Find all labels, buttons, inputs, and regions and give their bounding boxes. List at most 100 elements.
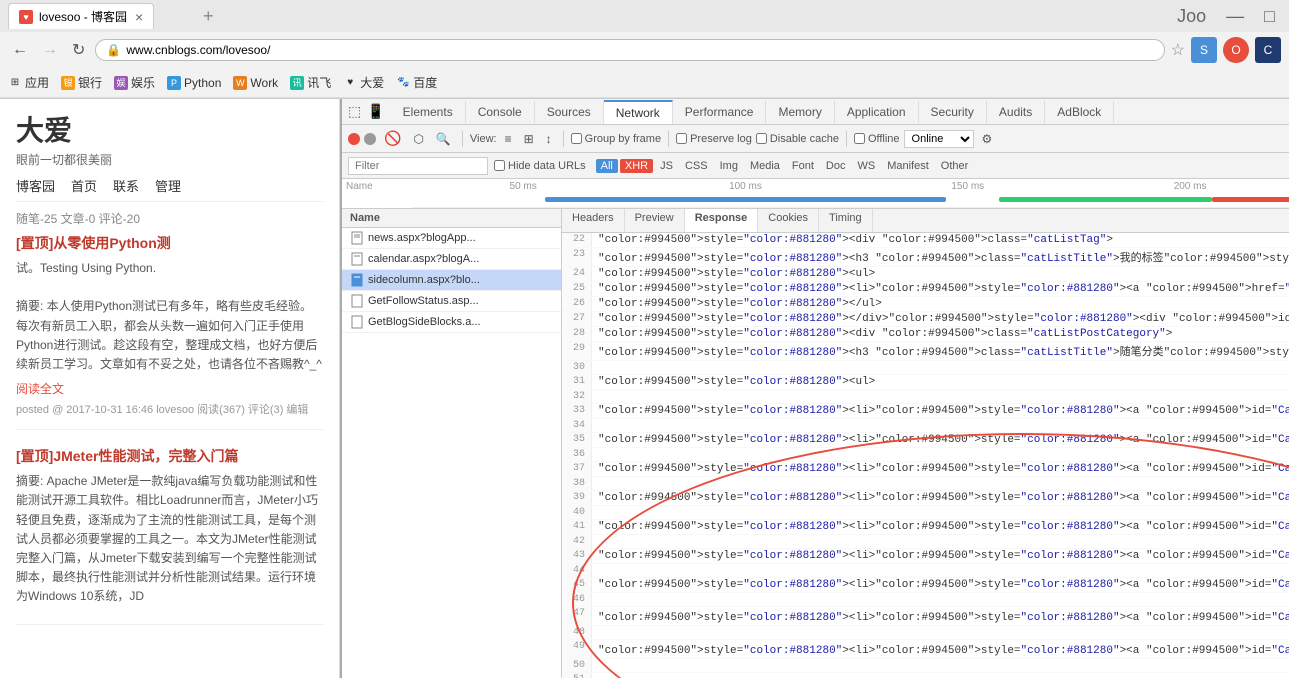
code-lines-container: 22"color:#994500">style="color:#881280">…: [562, 233, 1289, 678]
file-item-2[interactable]: calendar.aspx?blogA...: [342, 249, 561, 270]
ext-button-1[interactable]: S: [1191, 37, 1217, 63]
refresh-button[interactable]: ↻: [68, 38, 89, 62]
stop-button[interactable]: [364, 133, 376, 145]
line-number: 27: [562, 312, 592, 326]
maximize-button[interactable]: □: [1258, 6, 1281, 27]
tab-elements[interactable]: Elements: [391, 101, 466, 123]
file-item-4[interactable]: GetFollowStatus.asp...: [342, 291, 561, 312]
line-content: "color:#994500">style="color:#881280"><d…: [592, 233, 1119, 247]
post-excerpt-2: 摘要: Apache JMeter是一款纯java编写负载功能测试和性能测试开源…: [16, 472, 323, 606]
minimize-button[interactable]: —: [1220, 6, 1250, 27]
detail-tab-preview[interactable]: Preview: [625, 209, 685, 232]
view-list-button[interactable]: ≡: [501, 130, 516, 148]
file-list: Name news.aspx?blogApp... calendar.aspx?…: [342, 209, 562, 678]
line-number: 37: [562, 462, 592, 476]
bookmark-python[interactable]: P Python: [167, 76, 221, 90]
disable-cache-checkbox[interactable]: Disable cache: [756, 133, 839, 145]
bookmark-work[interactable]: W Work: [233, 76, 278, 90]
url-input[interactable]: [126, 43, 1153, 57]
filter-img[interactable]: Img: [715, 159, 743, 173]
hide-data-urls-input[interactable]: [494, 160, 505, 171]
tab-network[interactable]: Network: [604, 100, 673, 124]
back-button[interactable]: ←: [8, 39, 32, 61]
detail-tab-headers[interactable]: Headers: [562, 209, 625, 232]
devtools-inspect-icon[interactable]: ⬚: [348, 103, 361, 120]
forward-button[interactable]: →: [38, 39, 62, 61]
tab-performance[interactable]: Performance: [673, 101, 767, 123]
line-content: "color:#994500">style="color:#881280"><l…: [592, 607, 1289, 625]
search-button[interactable]: 🔍: [432, 130, 455, 148]
throttle-select[interactable]: Online Slow 3G Fast 3G: [904, 130, 974, 148]
bookmark-button[interactable]: ☆: [1171, 40, 1185, 60]
read-more-1[interactable]: 阅读全文: [16, 382, 64, 396]
file-item-3[interactable]: sidecolumn.aspx?blo...: [342, 270, 561, 291]
offline-input[interactable]: [854, 133, 865, 144]
filter-doc[interactable]: Doc: [821, 159, 851, 173]
filter-toggle[interactable]: ⬡: [409, 130, 427, 148]
file-item-5[interactable]: GetBlogSideBlocks.a...: [342, 312, 561, 333]
detail-tab-timing[interactable]: Timing: [819, 209, 873, 232]
bookmark-xunfei[interactable]: 讯 讯飞: [290, 74, 331, 91]
preserve-log-checkbox[interactable]: Preserve log: [676, 133, 752, 145]
line-number: 48: [562, 626, 592, 639]
filter-input[interactable]: [348, 157, 488, 175]
filter-other[interactable]: Other: [936, 159, 974, 173]
browser-tab[interactable]: ♥ lovesoo - 博客园 ×: [8, 3, 154, 29]
tab-console[interactable]: Console: [466, 101, 535, 123]
bookmark-bank[interactable]: 银 银行: [61, 74, 102, 91]
nav-admin[interactable]: 管理: [155, 176, 181, 195]
ext-button-2[interactable]: O: [1223, 37, 1249, 63]
devtools-device-icon[interactable]: 📱: [367, 103, 384, 120]
address-bar[interactable]: 🔒: [95, 39, 1164, 61]
tab-audits[interactable]: Audits: [987, 101, 1045, 123]
filter-media[interactable]: Media: [745, 159, 785, 173]
tab-adblock[interactable]: AdBlock: [1045, 101, 1114, 123]
tab-security[interactable]: Security: [919, 101, 987, 123]
filter-xhr[interactable]: XHR: [620, 159, 653, 173]
tab-memory[interactable]: Memory: [766, 101, 834, 123]
tab-favicon: ♥: [19, 10, 33, 24]
tab-close-button[interactable]: ×: [135, 9, 143, 25]
tl-seg-2: [999, 197, 1212, 202]
detail-tab-cookies[interactable]: Cookies: [758, 209, 819, 232]
group-by-frame-checkbox[interactable]: Group by frame: [571, 133, 661, 145]
bookmark-baidu[interactable]: 🐾 百度: [396, 74, 437, 91]
nav-index[interactable]: 首页: [71, 176, 97, 195]
view-grid-button[interactable]: ⊞: [520, 130, 538, 148]
clear-button[interactable]: 🚫: [380, 128, 405, 149]
filter-css[interactable]: CSS: [680, 159, 713, 173]
bookmark-apps[interactable]: ⊞ 应用: [8, 74, 49, 91]
disable-cache-input[interactable]: [756, 133, 767, 144]
filter-font[interactable]: Font: [787, 159, 819, 173]
line-content: "color:#994500">style="color:#881280"><h…: [592, 248, 1289, 266]
line-content: "color:#994500">style="color:#881280"><d…: [592, 327, 1178, 341]
offline-checkbox[interactable]: Offline: [854, 133, 900, 145]
filter-js[interactable]: JS: [655, 159, 678, 173]
filter-manifest[interactable]: Manifest: [882, 159, 934, 173]
new-tab-button[interactable]: +: [158, 4, 258, 28]
nav-contact[interactable]: 联系: [113, 176, 139, 195]
settings-button[interactable]: ⚙: [978, 130, 997, 148]
line-number: 51: [562, 673, 592, 678]
ext-button-3[interactable]: C: [1255, 37, 1281, 63]
bookmark-entertainment[interactable]: 娱 娱乐: [114, 74, 155, 91]
line-number: 23: [562, 248, 592, 266]
line-number: 28: [562, 327, 592, 341]
nav-home[interactable]: 博客园: [16, 176, 55, 195]
hide-data-urls-checkbox[interactable]: Hide data URLs: [494, 160, 586, 172]
preserve-log-input[interactable]: [676, 133, 687, 144]
tab-application[interactable]: Application: [835, 101, 919, 123]
tab-sources[interactable]: Sources: [535, 101, 604, 123]
detail-tab-response[interactable]: Response: [685, 209, 759, 232]
post-title-2[interactable]: [置顶]JMeter性能测试，完整入门篇: [16, 446, 323, 466]
record-button[interactable]: [348, 133, 360, 145]
file-item-1[interactable]: news.aspx?blogApp...: [342, 228, 561, 249]
filter-all[interactable]: All: [596, 159, 618, 173]
filter-ws[interactable]: WS: [852, 159, 880, 173]
group-by-frame-input[interactable]: [571, 133, 582, 144]
toolbar-divider-2: [563, 131, 564, 147]
view-option-button[interactable]: ↕: [542, 130, 556, 148]
code-line: 45"color:#994500">style="color:#881280">…: [562, 578, 1289, 593]
bookmark-daai[interactable]: ♥ 大爱: [343, 74, 384, 91]
post-title-1[interactable]: [置顶]从零使用Python测: [16, 233, 323, 253]
